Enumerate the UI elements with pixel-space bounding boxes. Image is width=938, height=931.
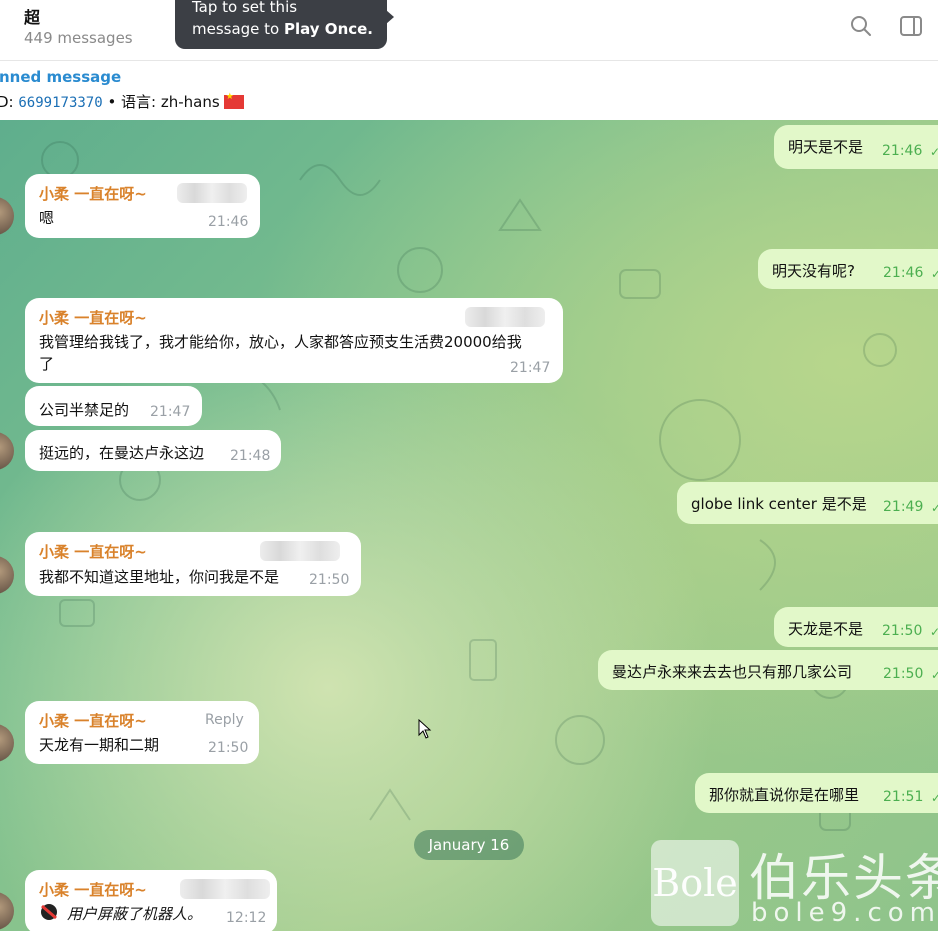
- blocked-icon: [41, 904, 57, 920]
- message-incoming[interactable]: 挺远的，在曼达卢永这边 21:48: [25, 430, 281, 471]
- pinned-content: D: 6699173370 • 语言: zh-hans: [0, 91, 244, 112]
- sender-name[interactable]: 小柔 一直在呀~: [39, 307, 147, 328]
- message-text: 天龙是不是: [788, 620, 864, 638]
- pinned-message-bar[interactable]: nned message D: 6699173370 • 语言: zh-hans: [0, 61, 938, 120]
- reply-label[interactable]: Reply: [205, 712, 244, 728]
- message-incoming[interactable]: 公司半禁足的 21:47: [25, 386, 202, 426]
- message-text: globe link center 是不是: [691, 495, 867, 513]
- pinned-lang: • 语言: zh-hans: [102, 93, 220, 111]
- message-time: 21:51: [883, 789, 924, 805]
- message-outgoing[interactable]: globe link center 是不是 21:49 ✓: [677, 482, 938, 524]
- message-time: 21:48: [230, 448, 271, 464]
- message-text: 用户屏蔽了机器人。: [67, 905, 203, 923]
- checkmark-icon: ✓: [930, 145, 938, 159]
- message-text: 我管理给我钱了，我才能给你，放心，人家都答应预支生活费20000给我: [39, 333, 522, 351]
- message-text: 公司半禁足的: [39, 401, 130, 419]
- pinned-id-prefix: D:: [0, 93, 14, 111]
- message-text: 曼达卢永来来去去也只有那几家公司: [612, 663, 853, 681]
- message-text: 我都不知道这里地址，你问我是不是: [39, 568, 280, 586]
- message-incoming[interactable]: 小柔 一直在呀~ 我都不知道这里地址，你问我是不是 21:50: [25, 532, 361, 596]
- message-outgoing[interactable]: 曼达卢永来来去去也只有那几家公司 21:50 ✓: [598, 650, 938, 690]
- message-incoming[interactable]: 小柔 一直在呀~ 用户屏蔽了机器人。 12:12: [25, 870, 277, 931]
- sender-name[interactable]: 小柔 一直在呀~: [39, 183, 147, 204]
- date-separator: January 16: [414, 830, 524, 860]
- checkmark-icon: ✓: [931, 791, 938, 805]
- message-text: 嗯: [39, 209, 55, 227]
- message-outgoing[interactable]: 那你就直说你是在哪里 21:51 ✓: [695, 773, 938, 813]
- message-outgoing[interactable]: 天龙是不是 21:50 ✓: [774, 607, 938, 647]
- tooltip-bold: Play Once.: [284, 20, 374, 38]
- pinned-title: nned message: [0, 68, 122, 86]
- checkmark-icon: ✓: [931, 267, 938, 281]
- blurred-region: [260, 541, 340, 561]
- blurred-region: [177, 183, 247, 203]
- message-time: 21:50: [208, 740, 249, 756]
- message-outgoing[interactable]: 明天是不是 21:46 ✓: [774, 125, 938, 169]
- message-time: 21:50: [883, 666, 924, 682]
- message-text: 挺远的，在曼达卢永这边: [39, 444, 205, 462]
- flag-icon: [223, 92, 244, 109]
- message-time: 21:46: [208, 214, 249, 230]
- checkmark-icon: ✓: [931, 501, 938, 515]
- message-text: 明天是不是: [788, 138, 864, 156]
- message-count: 449 messages: [24, 29, 133, 47]
- watermark: Bole 伯乐头条 bole9.com: [651, 838, 938, 931]
- message-time: 12:12: [226, 910, 267, 926]
- blurred-region: [465, 307, 545, 327]
- message-incoming[interactable]: 小柔 一直在呀~ 嗯 21:46: [25, 174, 260, 238]
- message-text-line-2: 了: [39, 355, 55, 373]
- message-time: 21:49: [883, 499, 924, 515]
- blurred-region: [180, 879, 270, 899]
- message-time: 21:47: [510, 360, 551, 376]
- tooltip-line-2: message to Play Once.: [192, 18, 387, 40]
- cursor-icon: [418, 719, 432, 739]
- message-time: 21:50: [309, 572, 350, 588]
- watermark-url: bole9.com: [751, 898, 938, 928]
- chat-title[interactable]: 超: [24, 4, 40, 28]
- sender-name[interactable]: 小柔 一直在呀~: [39, 710, 147, 731]
- play-once-tooltip[interactable]: Tap to set this message to Play Once.: [175, 0, 394, 49]
- message-text: 明天没有呢?: [772, 262, 855, 280]
- sender-name[interactable]: 小柔 一直在呀~: [39, 879, 147, 900]
- message-time: 21:50: [882, 623, 923, 639]
- checkmark-icon: ✓: [931, 668, 938, 682]
- tooltip-line-1: Tap to set this: [192, 0, 298, 16]
- chat-area[interactable]: 明天是不是 21:46 ✓ 小柔 一直在呀~ 嗯 21:46 明天没有呢? 21…: [0, 120, 938, 931]
- message-text: 天龙有一期和二期: [39, 736, 160, 754]
- watermark-logo: Bole: [651, 840, 739, 926]
- tooltip-prefix: message to: [192, 20, 285, 38]
- message-time: 21:46: [882, 143, 923, 159]
- chat-header: 超 449 messages Tap to set this message t…: [0, 0, 938, 61]
- message-time: 21:47: [150, 404, 191, 420]
- message-text: 那你就直说你是在哪里: [709, 786, 860, 804]
- sidebar-toggle-icon[interactable]: [899, 14, 923, 38]
- sender-name[interactable]: 小柔 一直在呀~: [39, 541, 147, 562]
- message-incoming[interactable]: 小柔 一直在呀~ Reply 天龙有一期和二期 21:50: [25, 701, 259, 764]
- message-time: 21:46: [883, 265, 924, 281]
- checkmark-icon: ✓: [930, 625, 938, 639]
- search-icon[interactable]: [849, 14, 873, 38]
- message-incoming[interactable]: 小柔 一直在呀~ 我管理给我钱了，我才能给你，放心，人家都答应预支生活费2000…: [25, 298, 563, 383]
- message-outgoing[interactable]: 明天没有呢? 21:46 ✓: [758, 249, 938, 289]
- pinned-id: 6699173370: [18, 95, 103, 111]
